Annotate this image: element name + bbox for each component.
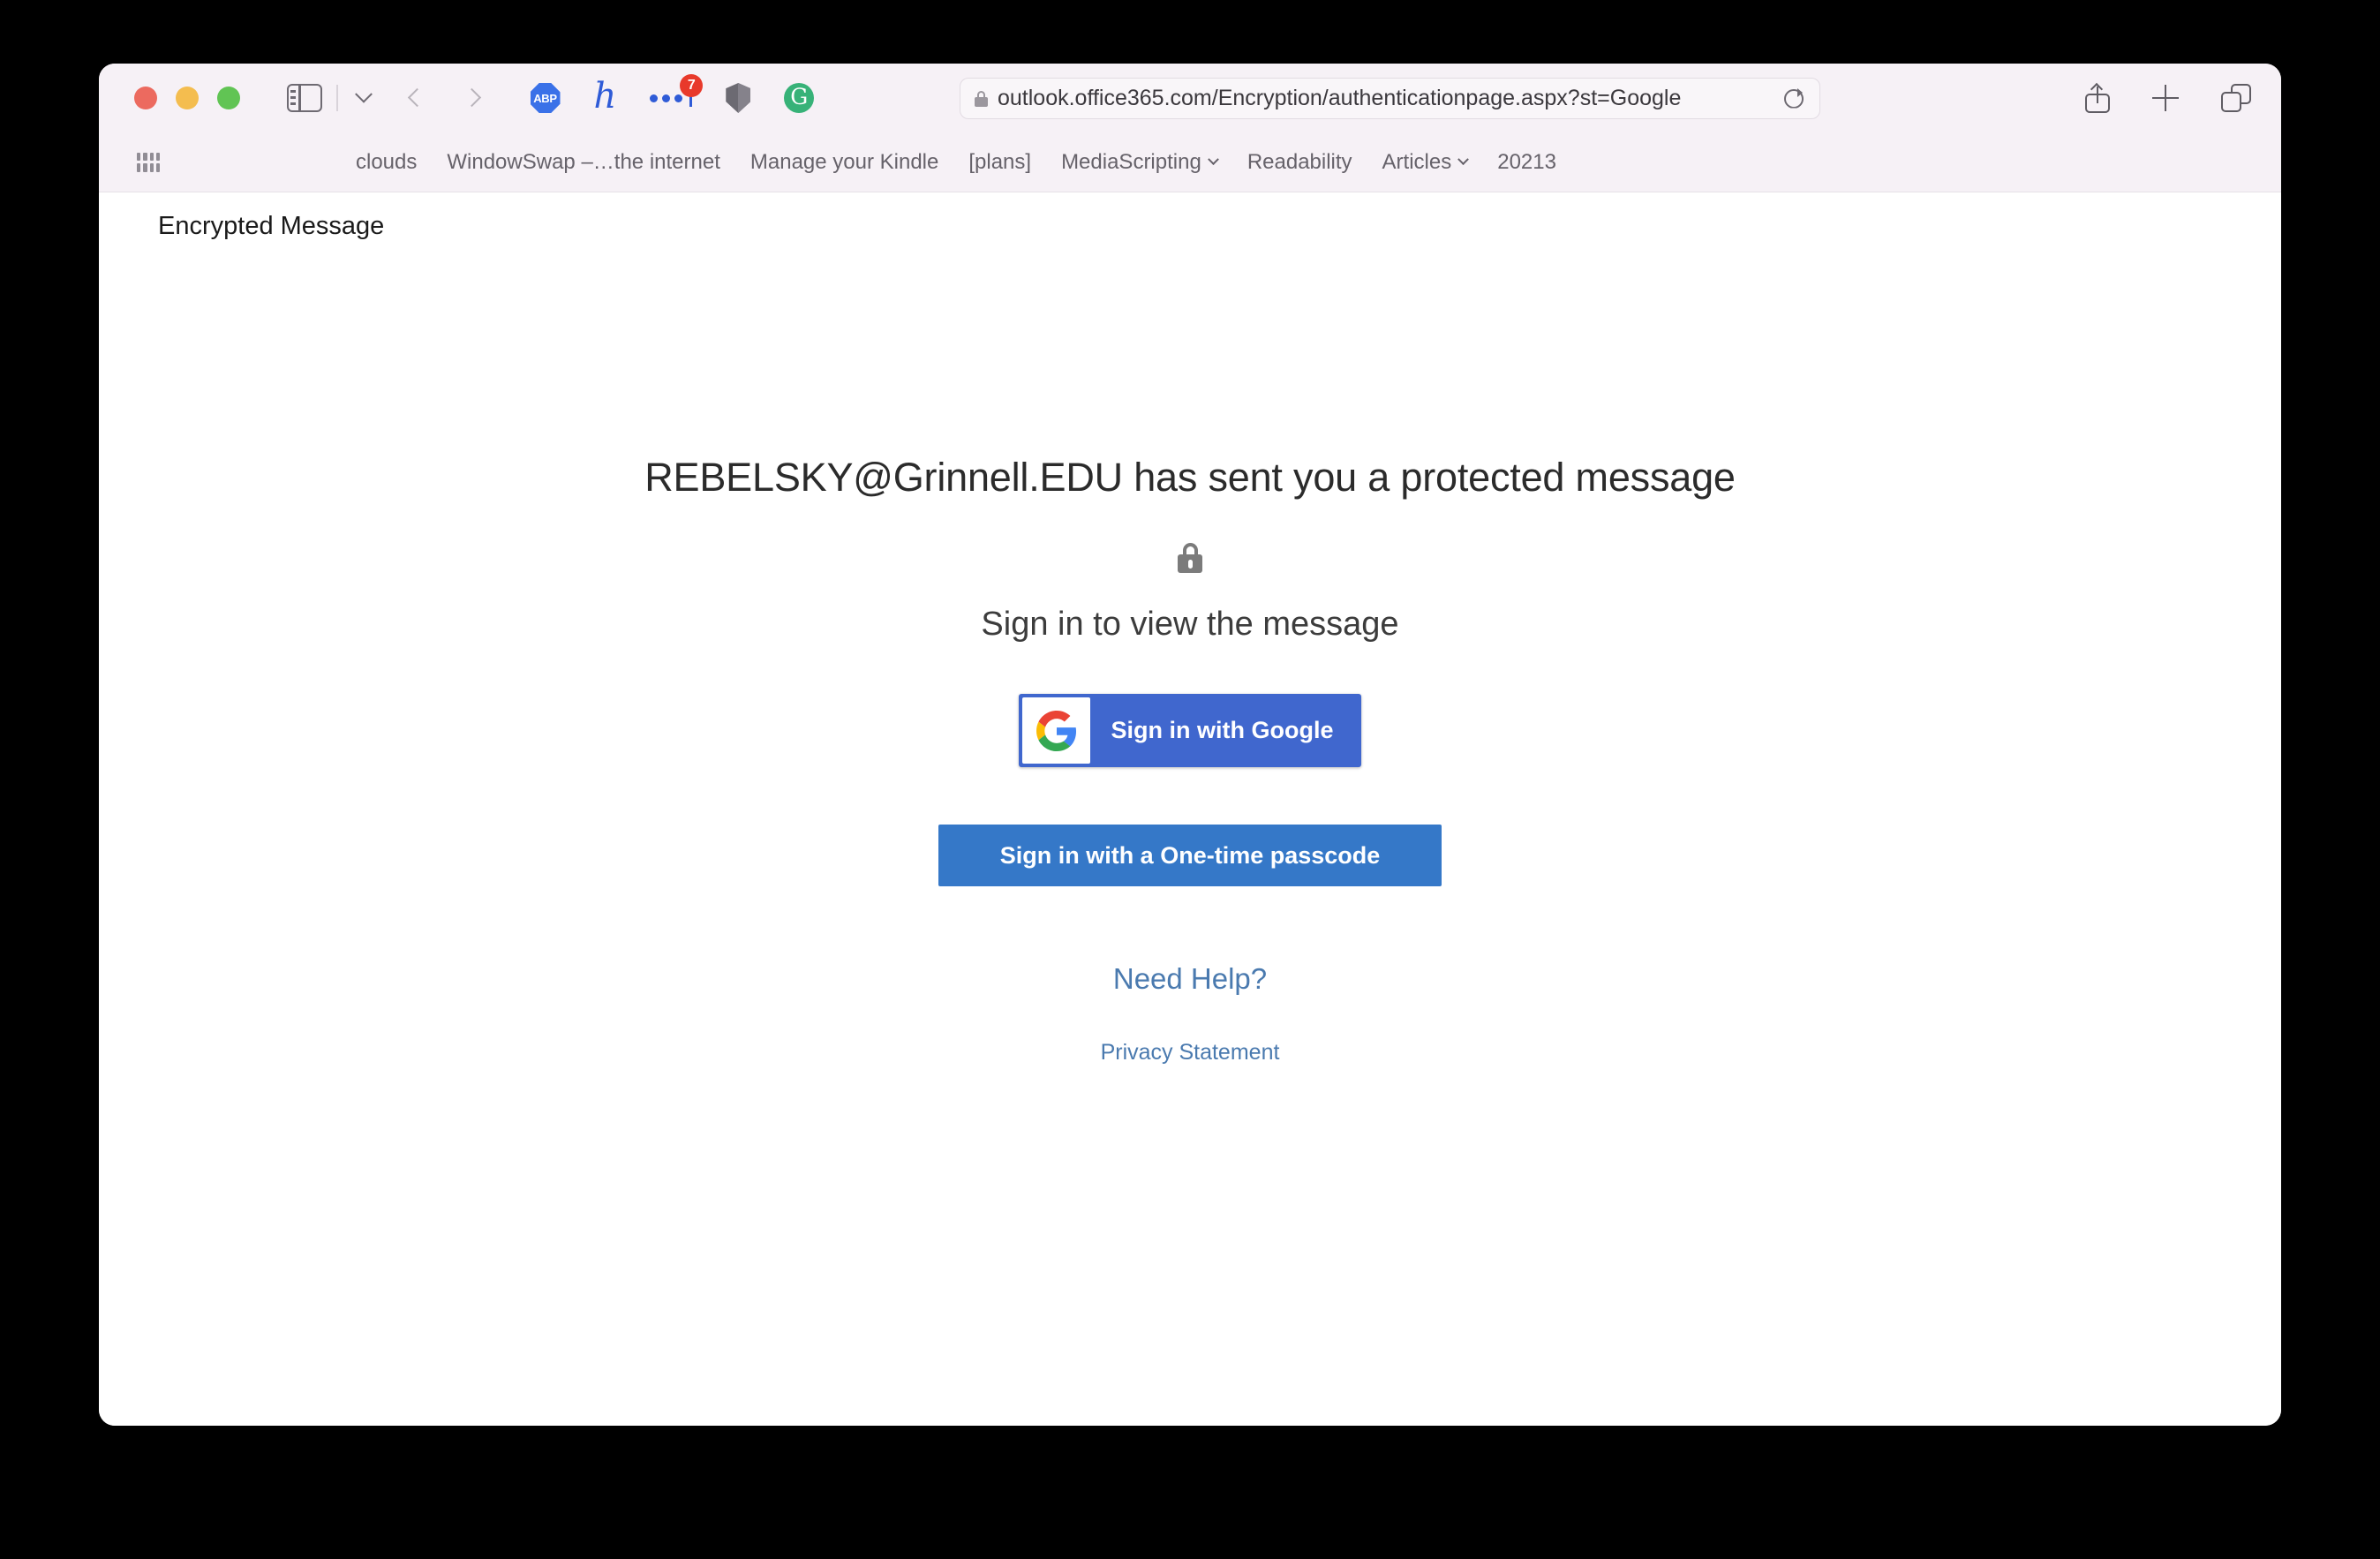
page-title: Encrypted Message	[158, 212, 385, 240]
bookmark-windowswap[interactable]: WindowSwap –…the internet	[432, 150, 735, 175]
adblock-plus-icon[interactable]: ABP	[530, 83, 561, 113]
close-window-button[interactable]	[134, 87, 157, 109]
toolbar-divider	[336, 85, 338, 111]
privacy-shield-icon[interactable]	[726, 83, 751, 113]
chevron-down-icon	[1207, 154, 1219, 166]
reload-icon[interactable]	[1782, 87, 1805, 110]
extension-icons: ABP h 7 G	[530, 74, 815, 117]
forward-arrow-icon[interactable]	[463, 88, 483, 108]
page-content: Encrypted Message REBELSKY@Grinnell.EDU …	[99, 192, 2281, 1426]
chevron-down-icon[interactable]	[352, 87, 375, 109]
bookmark-label: MediaScripting	[1061, 149, 1201, 174]
need-help-link[interactable]: Need Help?	[1113, 962, 1267, 996]
bookmark-label: Articles	[1382, 149, 1452, 174]
bookmarks-bar: clouds WindowSwap –…the internet Manage …	[99, 132, 2281, 192]
bookmark-readability[interactable]: Readability	[1232, 150, 1367, 175]
bookmark-label: clouds	[356, 149, 418, 174]
honey-label: h	[593, 76, 617, 117]
bookmark-label: WindowSwap –…the internet	[447, 149, 720, 174]
bookmark-label: 20213	[1497, 149, 1556, 174]
address-bar[interactable]: outlook.office365.com/Encryption/authent…	[960, 78, 1820, 119]
browser-window: ABP h 7 G outlook.office365.com/Encrypti…	[99, 64, 2281, 1426]
notification-badge: 7	[680, 74, 704, 97]
privacy-statement-link[interactable]: Privacy Statement	[1101, 1040, 1280, 1066]
google-button-label: Sign in with Google	[1111, 717, 1334, 743]
google-logo-icon	[1022, 697, 1090, 764]
auth-panel: REBELSKY@Grinnell.EDU has sent you a pro…	[99, 455, 2281, 1066]
headline: REBELSKY@Grinnell.EDU has sent you a pro…	[644, 455, 1736, 500]
adblock-plus-label: ABP	[530, 83, 561, 113]
apps-grid-icon[interactable]	[137, 152, 160, 172]
chevron-down-icon	[1457, 154, 1470, 166]
minimize-window-button[interactable]	[176, 87, 199, 109]
secure-lock-icon	[975, 90, 988, 107]
bookmark-label: Readability	[1246, 149, 1352, 174]
bookmark-articles[interactable]: Articles	[1367, 150, 1483, 175]
bookmark-20213[interactable]: 20213	[1482, 150, 1571, 175]
sign-in-with-one-time-passcode-button[interactable]: Sign in with a One-time passcode	[938, 825, 1442, 886]
bookmark-label: Manage your Kindle	[749, 149, 939, 174]
share-icon[interactable]	[2085, 82, 2110, 113]
grammarly-label: G	[784, 83, 815, 113]
bookmark-plans[interactable]: [plans]	[953, 150, 1046, 175]
browser-toolbar: ABP h 7 G outlook.office365.com/Encrypti…	[99, 64, 2281, 132]
url-text: outlook.office365.com/Encryption/authent…	[998, 86, 1682, 110]
sidebar-toggle-icon[interactable]	[287, 84, 322, 112]
bookmark-label: [plans]	[968, 149, 1032, 174]
padlock-icon	[1178, 543, 1202, 573]
sign-in-with-google-button[interactable]: Sign in with Google	[1019, 694, 1361, 767]
bookmark-manage-your-kindle[interactable]: Manage your Kindle	[735, 150, 953, 175]
honey-icon[interactable]: h	[593, 76, 617, 117]
grammarly-icon[interactable]: G	[784, 83, 815, 113]
back-arrow-icon[interactable]	[407, 88, 426, 108]
tab-overview-icon[interactable]	[2221, 84, 2251, 112]
signin-prompt: Sign in to view the message	[981, 606, 1399, 643]
window-controls	[134, 87, 240, 109]
new-tab-icon[interactable]	[2152, 85, 2179, 111]
navigation-arrows	[407, 88, 483, 108]
password-manager-icon[interactable]: 7	[650, 74, 704, 107]
bookmark-clouds[interactable]: clouds	[341, 150, 432, 175]
maximize-window-button[interactable]	[217, 87, 240, 109]
bookmark-mediascripting[interactable]: MediaScripting	[1046, 150, 1232, 175]
bookmark-list: clouds WindowSwap –…the internet Manage …	[341, 150, 1571, 175]
otp-button-label: Sign in with a One-time passcode	[999, 841, 1381, 869]
toolbar-right-actions	[2085, 64, 2251, 132]
